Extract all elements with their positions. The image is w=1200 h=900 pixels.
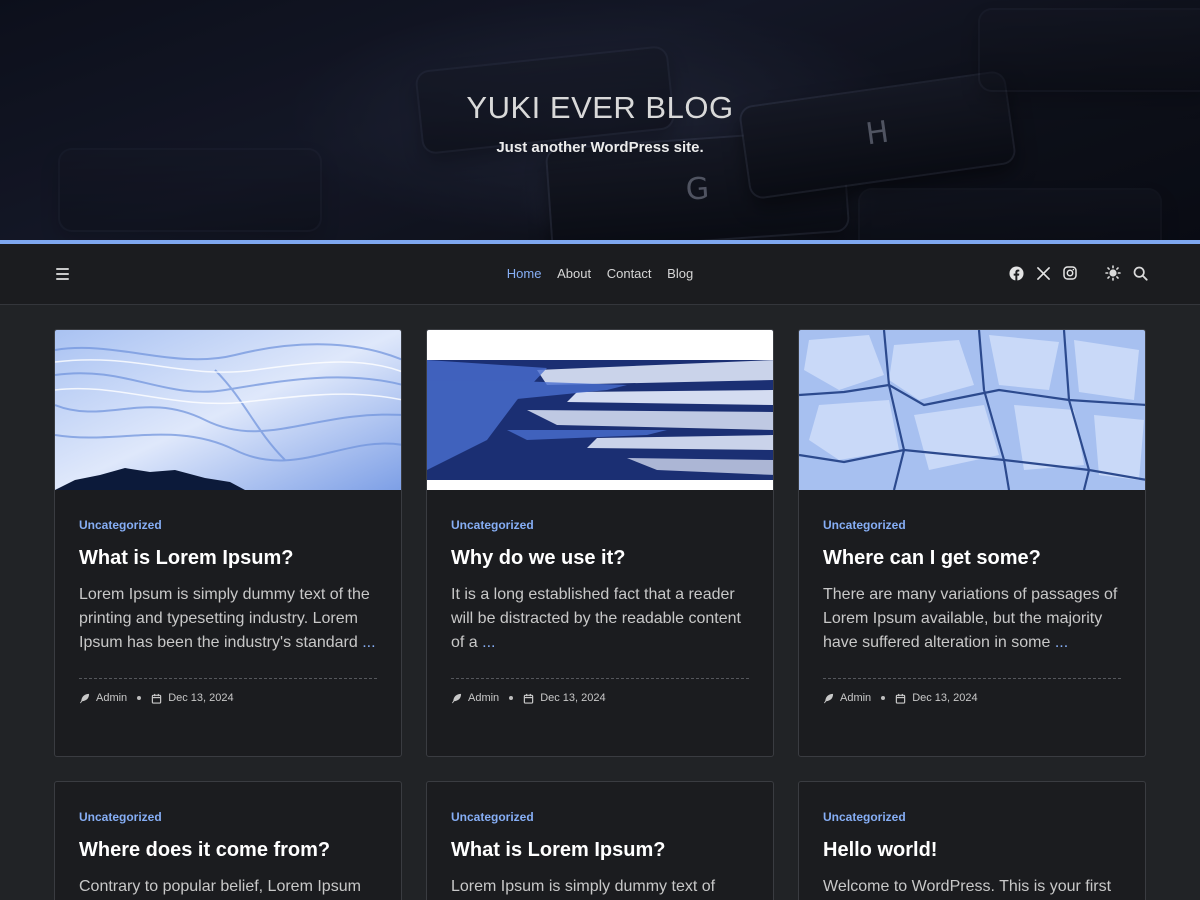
calendar-icon — [151, 693, 162, 704]
post-author[interactable]: Admin — [96, 692, 127, 704]
post-meta: Admin Dec 13, 2024 — [451, 678, 749, 704]
read-more-link[interactable]: ... — [482, 634, 495, 651]
theme-toggle-icon[interactable] — [1105, 265, 1121, 281]
post-excerpt-text: There are many variations of passages of… — [823, 586, 1118, 651]
post-date[interactable]: Dec 13, 2024 — [912, 692, 977, 704]
post-thumbnail[interactable] — [799, 330, 1145, 490]
nav-link-blog[interactable]: Blog — [667, 266, 693, 281]
post-category[interactable]: Uncategorized — [823, 518, 1121, 532]
post-card: Uncategorized Where does it come from? C… — [54, 781, 402, 900]
feather-icon — [79, 693, 90, 704]
feather-icon — [823, 693, 834, 704]
site-header-hero: G H YUKI EVER BLOG Just another WordPres… — [0, 0, 1200, 240]
post-category[interactable]: Uncategorized — [451, 518, 749, 532]
post-card: Uncategorized Where can I get some? Ther… — [798, 329, 1146, 757]
site-tagline: Just another WordPress site. — [496, 139, 704, 156]
post-category[interactable]: Uncategorized — [451, 810, 749, 824]
post-category[interactable]: Uncategorized — [823, 810, 1121, 824]
nav-link-contact[interactable]: Contact — [607, 266, 652, 281]
post-title[interactable]: Where can I get some? — [823, 546, 1121, 570]
post-title[interactable]: What is Lorem Ipsum? — [79, 546, 377, 570]
post-excerpt-text: Lorem Ipsum is simply dummy text of the … — [79, 586, 370, 651]
nav-link-about[interactable]: About — [557, 266, 591, 281]
post-author[interactable]: Admin — [468, 692, 499, 704]
feather-icon — [451, 693, 462, 704]
post-meta: Admin Dec 13, 2024 — [79, 678, 377, 704]
post-title[interactable]: Hello world! — [823, 838, 1121, 862]
meta-separator — [881, 696, 886, 700]
post-card: Uncategorized What is Lorem Ipsum? Lorem… — [426, 781, 774, 900]
post-excerpt: Contrary to popular belief, Lorem Ipsum — [79, 878, 361, 895]
post-author[interactable]: Admin — [840, 692, 871, 704]
nav-icons — [997, 265, 1148, 281]
post-excerpt: It is a long established fact that a rea… — [451, 583, 749, 655]
post-date[interactable]: Dec 13, 2024 — [168, 692, 233, 704]
post-category[interactable]: Uncategorized — [79, 810, 377, 824]
post-title[interactable]: Why do we use it? — [451, 546, 749, 570]
meta-separator — [137, 696, 142, 700]
read-more-link[interactable]: ... — [1055, 634, 1068, 651]
post-thumbnail[interactable] — [427, 330, 773, 490]
nav-link-home[interactable]: Home — [507, 266, 542, 281]
post-excerpt: Welcome to WordPress. This is your first — [823, 878, 1112, 895]
post-category[interactable]: Uncategorized — [79, 518, 377, 532]
post-meta: Admin Dec 13, 2024 — [823, 678, 1121, 704]
post-thumbnail[interactable] — [55, 330, 401, 490]
facebook-icon[interactable] — [1008, 265, 1024, 281]
x-icon[interactable] — [1035, 265, 1051, 281]
read-more-link[interactable]: ... — [362, 634, 375, 651]
post-title[interactable]: Where does it come from? — [79, 838, 377, 862]
post-title[interactable]: What is Lorem Ipsum? — [451, 838, 749, 862]
search-icon[interactable] — [1132, 265, 1148, 281]
post-card: Uncategorized What is Lorem Ipsum? Lorem… — [54, 329, 402, 757]
post-date[interactable]: Dec 13, 2024 — [540, 692, 605, 704]
post-card: Uncategorized Hello world! Welcome to Wo… — [798, 781, 1146, 900]
site-title[interactable]: YUKI EVER BLOG — [0, 90, 1200, 126]
meta-separator — [509, 696, 514, 700]
calendar-icon — [523, 693, 534, 704]
primary-navbar: Home About Contact Blog — [0, 240, 1200, 305]
calendar-icon — [895, 693, 906, 704]
instagram-icon[interactable] — [1062, 265, 1078, 281]
post-excerpt: There are many variations of passages of… — [823, 583, 1121, 655]
post-excerpt: Lorem Ipsum is simply dummy text of — [451, 878, 716, 895]
post-card: Uncategorized Why do we use it? It is a … — [426, 329, 774, 757]
post-excerpt: Lorem Ipsum is simply dummy text of the … — [79, 583, 377, 655]
